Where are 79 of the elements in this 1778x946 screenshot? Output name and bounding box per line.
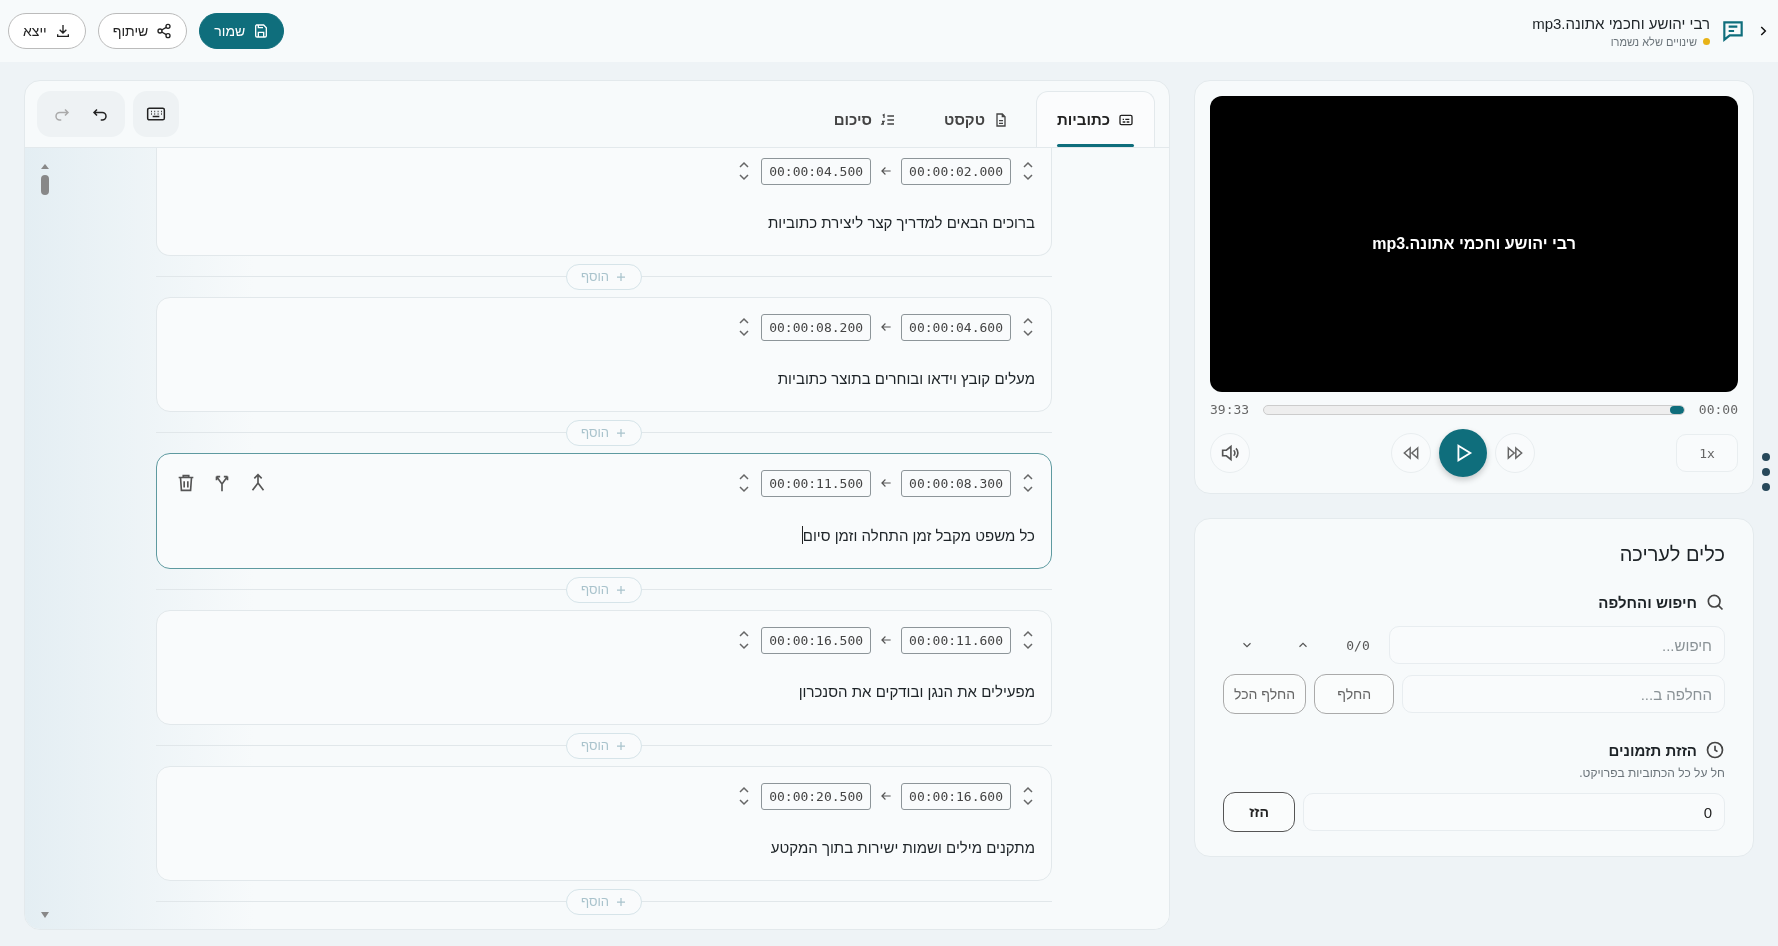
keyboard-button[interactable] bbox=[133, 91, 179, 137]
plus-icon bbox=[615, 270, 628, 283]
progress-track[interactable] bbox=[1263, 404, 1685, 415]
replace-all-button[interactable]: החלף הכל bbox=[1223, 674, 1307, 714]
save-button[interactable]: שמור bbox=[199, 13, 285, 49]
shift-button[interactable]: הזז bbox=[1223, 792, 1295, 832]
arrow-icon bbox=[879, 476, 894, 490]
up-down-icon bbox=[1022, 160, 1034, 182]
end-time-field[interactable]: 00:00:08.200 bbox=[761, 313, 872, 341]
up-down-icon bbox=[738, 160, 751, 182]
share-icon bbox=[156, 23, 173, 39]
share-button[interactable]: שיתוף bbox=[97, 13, 188, 49]
current-time: 00:00 bbox=[1698, 402, 1738, 417]
shift-field[interactable]: 0 bbox=[1303, 793, 1725, 831]
start-time-field[interactable]: 00:00:11.600 bbox=[901, 626, 1011, 654]
start-time-field[interactable]: 00:00:02.000 bbox=[901, 157, 1011, 185]
search-field[interactable]: חיפוש... bbox=[1389, 626, 1725, 664]
arrow-icon bbox=[879, 164, 894, 178]
plus-icon bbox=[615, 583, 628, 596]
end-time-field[interactable]: 00:00:16.500 bbox=[761, 626, 872, 654]
save-icon bbox=[253, 23, 270, 39]
tab[interactable]: סיכום bbox=[812, 91, 918, 147]
plus-icon bbox=[615, 426, 628, 439]
play-button[interactable] bbox=[1439, 429, 1487, 477]
arrow-icon bbox=[879, 789, 894, 803]
list-icon bbox=[880, 111, 897, 128]
end-time-field[interactable]: 00:00:04.500 bbox=[761, 157, 872, 185]
replace-button[interactable]: החלף bbox=[1314, 674, 1395, 714]
subtitle-text[interactable]: ברוכים הבאים למדריך קצר ליצירת כתוביות bbox=[767, 214, 1035, 231]
subtitle-text[interactable]: מתקנים מילים ושמות ישירות בתוך המקטע bbox=[770, 839, 1035, 856]
up-down-icon bbox=[738, 785, 751, 807]
download-icon bbox=[54, 23, 71, 39]
tab[interactable]: טקסט bbox=[923, 91, 1030, 147]
rewind-button[interactable] bbox=[1391, 433, 1431, 473]
arrow-icon bbox=[879, 320, 894, 334]
end-time-field[interactable]: 00:00:20.500 bbox=[761, 782, 872, 810]
speed-button[interactable]: 1x bbox=[1676, 434, 1738, 472]
tools-title: כלים לעריכה bbox=[1618, 543, 1725, 566]
file-title: רבי יהושע וחכמי אתונה.mp3 bbox=[1532, 14, 1710, 32]
export-button[interactable]: ייצא bbox=[8, 13, 86, 49]
speaker-icon bbox=[1219, 442, 1241, 464]
subtitle-text[interactable]: מפעילים את הנגן ובודקים את הסנכרון bbox=[798, 683, 1035, 700]
forward-button[interactable] bbox=[1495, 433, 1535, 473]
up-down-icon bbox=[738, 629, 751, 651]
search-icon bbox=[1705, 592, 1725, 612]
clock-icon bbox=[1705, 740, 1725, 760]
section-description: חל על כל הכתוביות בפרויקט. bbox=[1578, 766, 1725, 780]
up-down-icon bbox=[738, 472, 751, 494]
tab[interactable]: כתוביות bbox=[1036, 91, 1155, 147]
arrow-icon bbox=[879, 633, 894, 647]
plus-icon bbox=[615, 739, 628, 752]
start-time-field[interactable]: 00:00:08.300 bbox=[901, 469, 1011, 497]
up-down-icon bbox=[738, 316, 751, 338]
volume-button[interactable] bbox=[1210, 433, 1250, 473]
section-heading: הזזת תזמונים bbox=[1608, 741, 1697, 759]
dots-icon[interactable] bbox=[1761, 452, 1771, 492]
plus-icon bbox=[615, 895, 628, 908]
up-down-icon bbox=[1022, 316, 1034, 338]
replace-field[interactable]: החלפה ב... bbox=[1402, 675, 1725, 713]
status-text: שינויים שלא נשמרו bbox=[1610, 35, 1697, 48]
up-down-icon bbox=[1022, 785, 1034, 807]
up-down-icon bbox=[1022, 629, 1034, 651]
subtitle-text[interactable]: מעלים קובץ וידאו ובוחרים בתוצר כתוביות bbox=[777, 370, 1035, 387]
up-down-icon bbox=[1022, 472, 1034, 494]
match-count: 0/0 bbox=[1345, 637, 1371, 653]
video-area[interactable]: רבי יהושע וחכמי אתונה.mp3 bbox=[1210, 96, 1738, 392]
keyboard-icon bbox=[146, 104, 166, 124]
video-title: רבי יהושע וחכמי אתונה.mp3 bbox=[1372, 235, 1576, 253]
start-time-field[interactable]: 00:00:16.600 bbox=[901, 782, 1011, 810]
text-cursor bbox=[801, 526, 803, 544]
section-heading: חיפוש והחלפה bbox=[1598, 593, 1697, 611]
chat-icon[interactable] bbox=[1720, 18, 1746, 44]
duration-time: 39:33 bbox=[1210, 402, 1250, 417]
document-icon bbox=[993, 111, 1009, 128]
scroll-down-icon[interactable] bbox=[40, 911, 50, 919]
end-time-field[interactable]: 00:00:11.500 bbox=[761, 469, 872, 497]
scrollbar-drawing[interactable] bbox=[40, 162, 50, 196]
start-time-field[interactable]: 00:00:04.600 bbox=[901, 313, 1011, 341]
subtitle-text[interactable]: כל משפט מקבל זמן התחלה וזמן סיום bbox=[802, 526, 1035, 544]
